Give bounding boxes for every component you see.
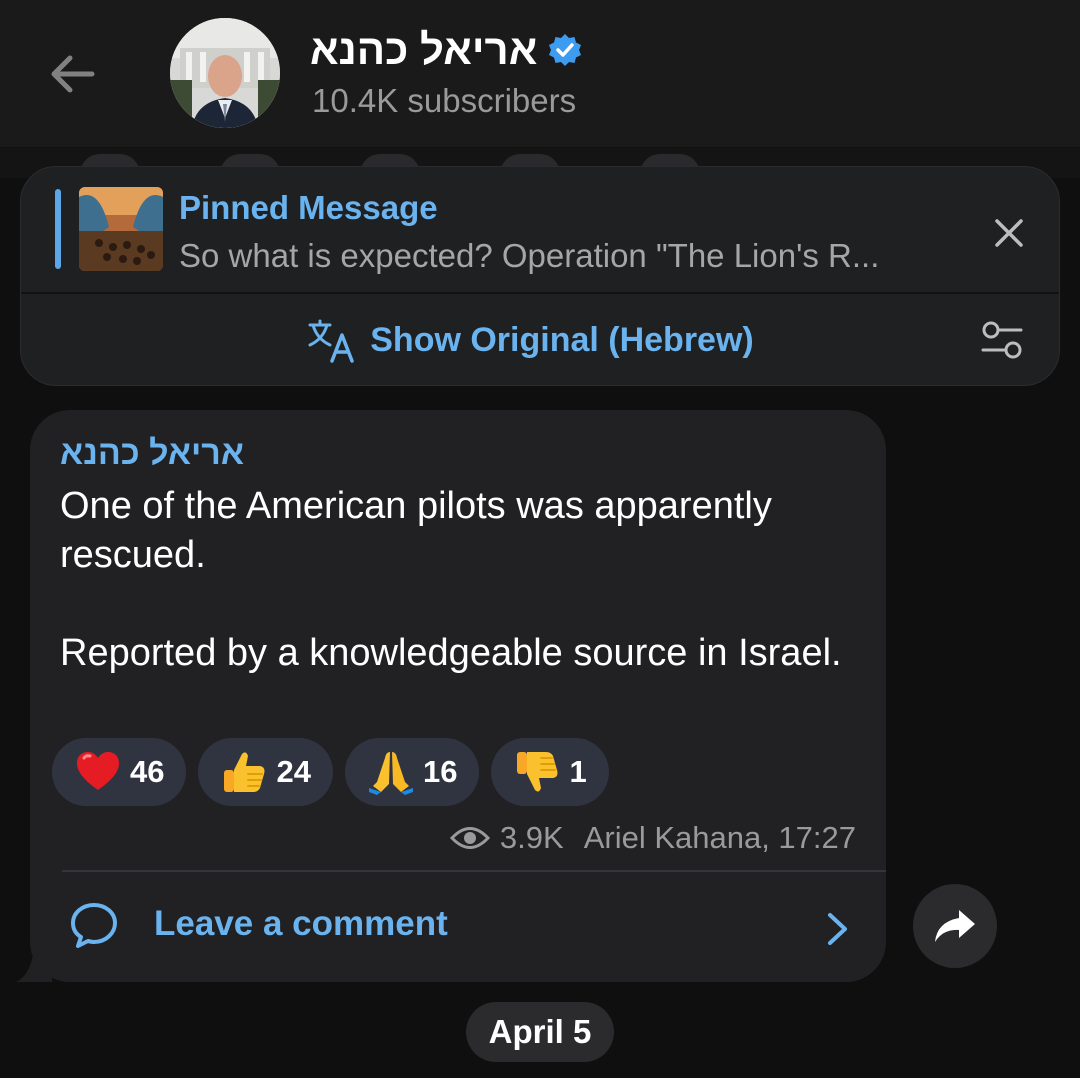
message-text: One of the American pilots was apparentl… bbox=[60, 482, 870, 678]
heart-icon bbox=[77, 752, 119, 790]
sender-name[interactable]: אריאל כהנא bbox=[60, 434, 244, 473]
chevron-right-icon bbox=[828, 913, 847, 945]
close-icon bbox=[995, 219, 1023, 247]
pinned-title: Pinned Message bbox=[179, 189, 438, 226]
pinned-message-panel[interactable]: Pinned Message So what is expected? Oper… bbox=[20, 166, 1060, 386]
chat-header: אריאל כהנא 10.4K subscribers bbox=[0, 0, 1080, 148]
channel-avatar[interactable] bbox=[170, 18, 280, 128]
verified-badge-icon bbox=[549, 34, 582, 66]
translate-bar: Show Original (Hebrew) bbox=[21, 294, 1059, 385]
comment-bubble-icon bbox=[71, 903, 117, 948]
share-arrow-icon bbox=[935, 910, 975, 942]
channel-title[interactable]: אריאל כהנא bbox=[310, 26, 583, 74]
reactions-row: 46 24 16 1 bbox=[52, 738, 609, 806]
message-paragraph: Reported by a knowledgeable source in Is… bbox=[60, 632, 842, 674]
arrow-left-icon bbox=[51, 55, 95, 93]
reaction-heart[interactable]: 46 bbox=[52, 738, 187, 806]
translate-icon bbox=[308, 319, 354, 363]
message-paragraph: One of the American pilots was apparentl… bbox=[60, 485, 772, 576]
view-count: 3.9K bbox=[499, 820, 564, 855]
folded-hands-icon bbox=[368, 752, 413, 795]
avatar-photo bbox=[170, 18, 280, 128]
channel-name: אריאל כהנא bbox=[310, 26, 538, 73]
reaction-thumbs-down[interactable]: 1 bbox=[491, 738, 609, 806]
date-separator: April 5 bbox=[466, 1002, 614, 1062]
reaction-count: 46 bbox=[130, 754, 165, 789]
reaction-count: 24 bbox=[276, 754, 311, 789]
eye-icon bbox=[449, 827, 490, 849]
subscriber-count: 10.4K subscribers bbox=[312, 82, 577, 119]
message-meta: 3.9K Ariel Kahana, 17:27 bbox=[449, 820, 856, 856]
leave-comment-label: Leave a comment bbox=[154, 904, 448, 943]
translation-settings-button[interactable] bbox=[977, 315, 1027, 365]
message-bubble[interactable]: אריאל כהנא One of the American pilots wa… bbox=[30, 410, 886, 982]
back-button[interactable] bbox=[40, 42, 104, 106]
thumbs-down-icon bbox=[517, 752, 558, 792]
forward-button[interactable] bbox=[913, 884, 997, 968]
leave-comment-button[interactable]: Leave a comment bbox=[30, 872, 886, 982]
close-pinned-button[interactable] bbox=[987, 211, 1031, 255]
show-original-label: Show Original (Hebrew) bbox=[370, 321, 754, 359]
reaction-count: 1 bbox=[569, 754, 587, 789]
pinned-thumbnail bbox=[79, 187, 163, 271]
reaction-thumbs-up[interactable]: 24 bbox=[198, 738, 333, 806]
thumbs-up-icon bbox=[224, 752, 265, 792]
reaction-count: 16 bbox=[422, 754, 458, 789]
pinned-indicator-bar bbox=[55, 189, 61, 269]
pinned-preview-text: So what is expected? Operation "The Lion… bbox=[179, 237, 880, 274]
reaction-folded-hands[interactable]: 16 bbox=[344, 738, 480, 806]
author-timestamp: Ariel Kahana, 17:27 bbox=[583, 820, 856, 855]
show-original-button[interactable]: Show Original (Hebrew) bbox=[308, 319, 754, 363]
sliders-icon bbox=[981, 321, 1023, 359]
